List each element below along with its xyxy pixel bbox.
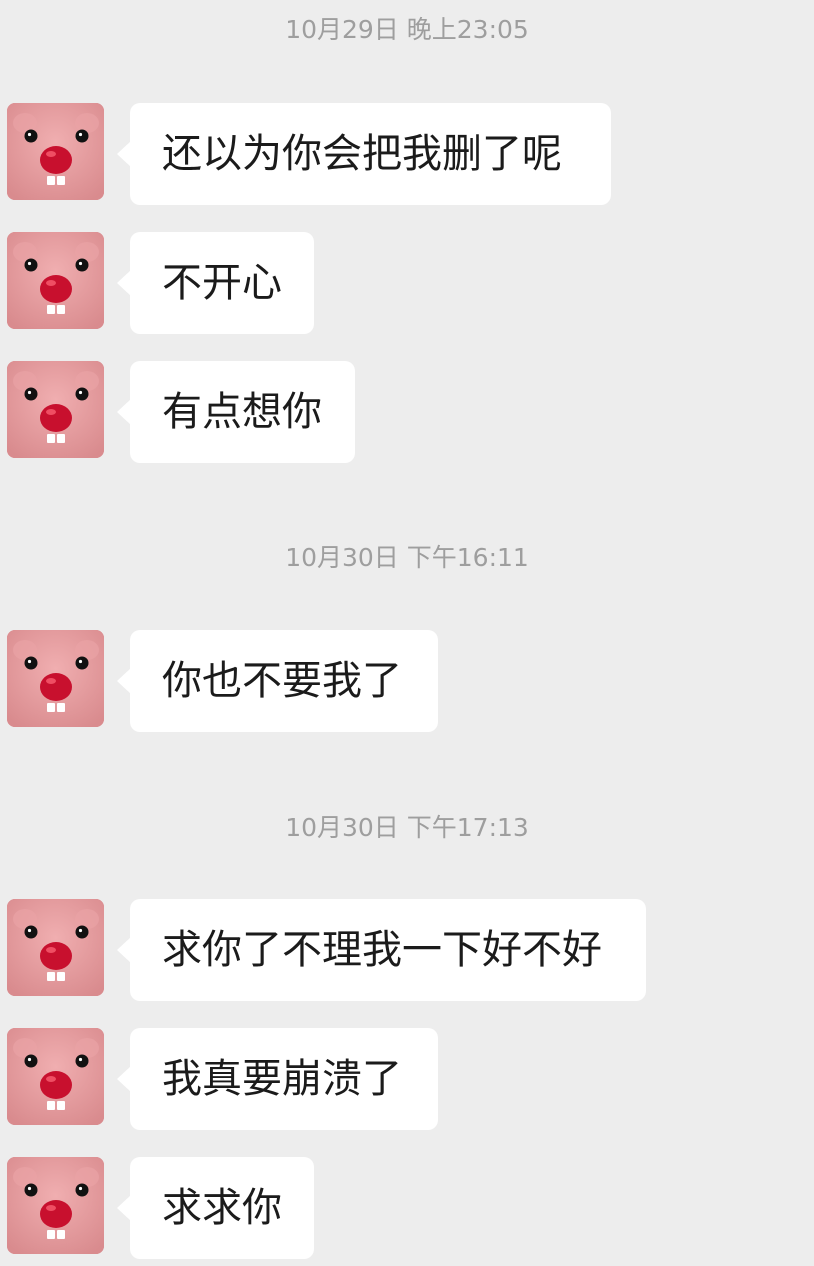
message-bubble[interactable]: 有点想你 (117, 361, 355, 463)
timestamp: 10月29日 晚上23:05 (285, 15, 529, 44)
message-bubble[interactable]: 求求你 (117, 1157, 314, 1259)
message-bubble[interactable]: 我真要崩溃了 (117, 1028, 438, 1130)
timestamp: 10月30日 下午16:11 (285, 543, 529, 572)
timestamp: 10月30日 下午17:13 (285, 813, 529, 842)
message-bubble[interactable]: 求你了不理我一下好不好 (117, 899, 646, 1001)
message-bubble[interactable]: 还以为你会把我删了呢 (117, 103, 611, 205)
avatar-icon[interactable] (7, 630, 104, 727)
avatar-icon[interactable] (7, 232, 104, 329)
avatar-icon[interactable] (7, 1157, 104, 1254)
avatar-icon[interactable] (7, 103, 104, 200)
avatar-icon[interactable] (7, 1028, 104, 1125)
message-bubble[interactable]: 不开心 (117, 232, 314, 334)
avatar-icon[interactable] (7, 899, 104, 996)
message-bubble[interactable]: 你也不要我了 (117, 630, 438, 732)
chat-conversation[interactable]: 10月29日 晚上23:05 还以为你会把我删了呢 不开心 有点想你 10月30… (0, 0, 814, 1266)
avatar-icon[interactable] (7, 361, 104, 458)
